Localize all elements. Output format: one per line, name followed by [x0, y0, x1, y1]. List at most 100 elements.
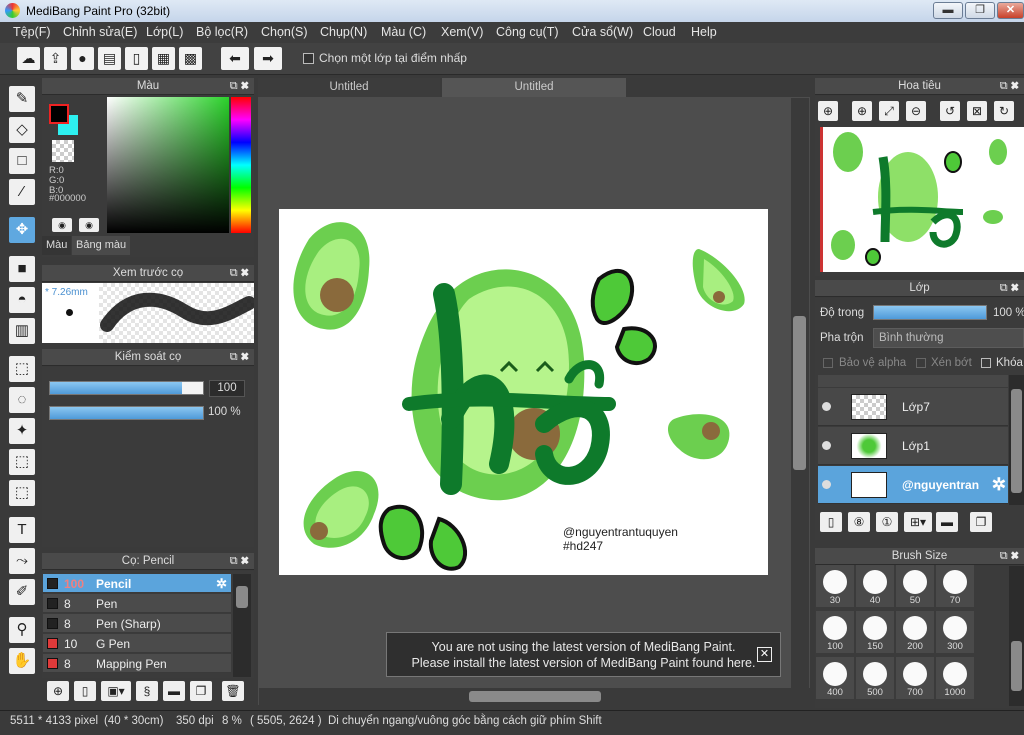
brush-item[interactable]: 8 Mapping Pen — [43, 654, 231, 673]
add-brush-icon[interactable]: ⊕ — [47, 681, 69, 701]
layer-folder-icon[interactable]: ▬ — [936, 512, 958, 532]
undo-icon[interactable]: ⬅ — [221, 47, 249, 70]
navigator-thumbnail[interactable] — [820, 127, 1024, 272]
canvas-horizontal-scrollbar[interactable] — [259, 688, 810, 705]
fill-rect-tool-icon[interactable]: ■ — [9, 256, 35, 282]
layer-row[interactable]: Lớp7 — [818, 388, 1008, 426]
menu-window[interactable]: Cửa sổ(W) — [572, 25, 633, 39]
tab-color[interactable]: Màu — [42, 236, 72, 255]
menu-view[interactable]: Xem(V) — [441, 25, 483, 39]
rotate-right-icon[interactable]: ↻ — [994, 101, 1014, 121]
brush-settings-gear-icon[interactable]: ✲ — [216, 576, 227, 592]
menu-edit[interactable]: Chỉnh sửa(E) — [63, 25, 137, 39]
gradient-tool-icon[interactable]: ▥ — [9, 318, 35, 344]
panel-controls-icon[interactable]: ⧉ ✖ — [1000, 78, 1019, 95]
brush-size-preset[interactable]: 200 — [896, 611, 934, 653]
zoom-in-icon[interactable]: ⊕ — [852, 101, 872, 121]
saturation-value-picker[interactable] — [107, 97, 229, 233]
menu-capture[interactable]: Chụp(N) — [320, 25, 367, 39]
panel-controls-icon[interactable]: ⧉ ✖ — [1000, 548, 1019, 565]
select-eraser-tool-icon[interactable]: ⬚ — [9, 480, 35, 506]
rect-select-tool-icon[interactable]: ⬚ — [9, 356, 35, 382]
share-icon[interactable]: ⇪ — [44, 47, 67, 70]
redo-icon[interactable]: ➡ — [254, 47, 282, 70]
shape-tool-icon[interactable]: □ — [9, 148, 35, 174]
new-layer-icon[interactable]: ▯ — [820, 512, 842, 532]
bucket-tool-icon[interactable]: ◓ — [9, 287, 35, 313]
close-notification-icon[interactable]: ✕ — [757, 647, 772, 662]
layer-visibility-icon[interactable] — [822, 402, 831, 411]
clipping-checkbox[interactable] — [916, 358, 926, 368]
panel-controls-icon[interactable]: ⧉ ✖ — [1000, 280, 1019, 297]
panel-controls-icon[interactable]: ⧉ ✖ — [230, 553, 249, 570]
delete-brush-icon[interactable]: 🗑 — [222, 681, 244, 701]
brush-item[interactable]: 8 Pen (Sharp) — [43, 614, 231, 633]
brush-item[interactable]: 10 G Pen — [43, 634, 231, 653]
canvas-vertical-scrollbar[interactable] — [791, 98, 809, 690]
palette-a-icon[interactable]: ◉ — [52, 218, 72, 232]
new-halftone-layer-icon[interactable]: ⑧ — [848, 512, 870, 532]
duplicate-brush-icon[interactable]: ❐ — [190, 681, 212, 701]
menu-select[interactable]: Chọn(S) — [261, 25, 308, 39]
layer-scrollbar[interactable] — [1009, 375, 1024, 505]
brush-size-preset[interactable]: 100 — [816, 611, 854, 653]
tab-palette[interactable]: Bảng màu — [72, 236, 131, 255]
brush-item[interactable]: 8 Pen — [43, 594, 231, 613]
document-icon[interactable]: ▯ — [125, 47, 148, 70]
speech-bubble-icon[interactable]: ● — [71, 47, 94, 70]
brush-size-preset[interactable]: 500 — [856, 657, 894, 699]
menu-filter[interactable]: Bộ lọc(R) — [196, 25, 248, 39]
panel-controls-icon[interactable]: ⧉ ✖ — [230, 78, 249, 95]
new-1bit-layer-icon[interactable]: ① — [876, 512, 898, 532]
layer-row[interactable]: Lớp1 — [818, 427, 1008, 465]
layer-visibility-icon[interactable] — [822, 441, 831, 450]
layer-row[interactable]: @nguyentran ✲ — [818, 466, 1008, 504]
zoom-fit-icon[interactable]: ⊕ — [818, 101, 838, 121]
brush-opacity-slider[interactable] — [49, 406, 204, 420]
new-brush-icon[interactable]: ▯ — [74, 681, 96, 701]
brush-size-preset[interactable]: 700 — [896, 657, 934, 699]
hand-tool-icon[interactable]: ✋ — [9, 648, 35, 674]
layer-opacity-slider[interactable] — [873, 305, 987, 320]
hue-slider[interactable] — [231, 97, 251, 233]
reset-rotation-icon[interactable]: ⊠ — [967, 101, 987, 121]
brush-size-preset[interactable]: 30 — [816, 565, 854, 607]
maximize-button[interactable]: ❐ — [965, 2, 995, 19]
select-pen-tool-icon[interactable]: ⬚ — [9, 449, 35, 475]
palette-b-icon[interactable]: ◉ — [79, 218, 99, 232]
minimize-button[interactable]: ▬ — [933, 2, 963, 19]
lock-checkbox[interactable] — [981, 358, 991, 368]
menu-file[interactable]: Tệp(F) — [13, 25, 51, 39]
cloud-icon[interactable]: ☁ — [17, 47, 40, 70]
tab-untitled-2[interactable]: Untitled — [442, 78, 626, 97]
brush-size-preset[interactable]: 70 — [936, 565, 974, 607]
zoom-out-icon[interactable]: ⊖ — [906, 101, 926, 121]
panel-controls-icon[interactable]: ⧉ ✖ — [230, 265, 249, 282]
brush-size-preset[interactable]: 1000 — [936, 657, 974, 699]
text-tool-icon[interactable]: T — [9, 517, 35, 543]
brush-folder-icon[interactable]: ▬ — [163, 681, 185, 701]
menu-layer[interactable]: Lớp(L) — [146, 25, 183, 39]
blend-mode-select[interactable]: Bình thường — [873, 328, 1024, 348]
update-notification[interactable]: You are not using the latest version of … — [386, 632, 781, 677]
move-tool-icon[interactable]: ✥ — [9, 217, 35, 243]
brush-item[interactable]: 100 Pencil ✲ — [43, 574, 231, 593]
layer-settings-gear-icon[interactable]: ✲ — [992, 475, 1006, 495]
menu-tools[interactable]: Công cụ(T) — [496, 25, 559, 39]
panel-layout-icon[interactable]: ▦ — [152, 47, 175, 70]
brush-size-slider[interactable] — [49, 381, 204, 395]
brush-size-scrollbar[interactable] — [1009, 566, 1024, 706]
brush-size-preset[interactable]: 150 — [856, 611, 894, 653]
add-layer-options-icon[interactable]: ⊞▾ — [904, 512, 932, 532]
close-window-button[interactable]: ✕ — [997, 2, 1024, 19]
protect-alpha-checkbox[interactable] — [823, 358, 833, 368]
eyedropper-tool-icon[interactable]: ⚲ — [9, 617, 35, 643]
menu-help[interactable]: Help — [691, 25, 717, 39]
brush-size-preset[interactable]: 300 — [936, 611, 974, 653]
magic-wand-tool-icon[interactable]: ✦ — [9, 418, 35, 444]
divide-tool-icon[interactable]: ✐ — [9, 579, 35, 605]
dot-brush-tool-icon[interactable]: ⁄ — [9, 179, 35, 205]
rotate-left-icon[interactable]: ↺ — [940, 101, 960, 121]
brush-tool-icon[interactable]: ✎ — [9, 86, 35, 112]
panel-controls-icon[interactable]: ⧉ ✖ — [230, 349, 249, 366]
